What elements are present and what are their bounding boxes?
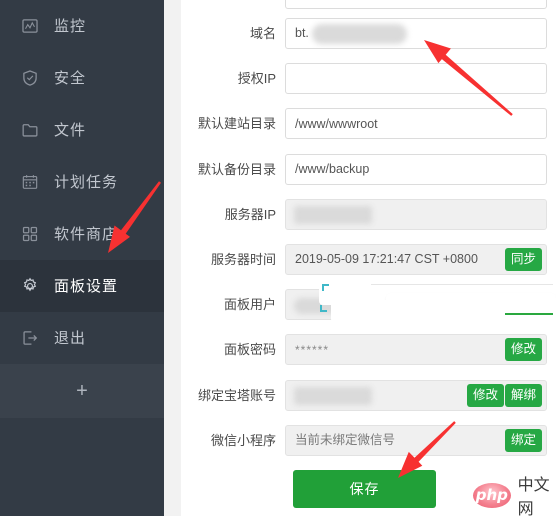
sidebar-item-label: 面板设置 (54, 277, 119, 295)
form-row-bt-account: 绑定宝塔账号 解绑 修改 (181, 379, 556, 411)
form-input-server-time[interactable]: 2019-05-09 17:21:47 CST +0800 同步 (285, 244, 547, 275)
form-row-auth-ip: 授权IP (181, 63, 556, 95)
sync-button-label: 同步 (510, 252, 536, 266)
form-input-domain[interactable]: bt. (285, 18, 547, 49)
monitor-chart-icon (20, 16, 40, 36)
form-value-server-time: 2019-05-09 17:21:47 CST +0800 (295, 252, 478, 267)
form-row-panel-password: 面板密码 ****** 修改 (181, 334, 556, 366)
sidebar-item-logout[interactable]: 退出 (0, 312, 164, 364)
form-value-panel-password: ****** (295, 342, 330, 357)
modify-password-button[interactable]: 修改 (504, 338, 542, 362)
save-button[interactable]: 保存 (293, 470, 436, 508)
form-row-partial-top (181, 0, 556, 9)
php-watermark: php 中文网 (473, 471, 556, 516)
form-row-panel-user: 面板用户 (181, 289, 556, 321)
php-logo-text: php (475, 486, 508, 504)
plus-icon: + (76, 380, 88, 402)
form-label-wechat-miniprogram: 微信小程序 (210, 432, 276, 448)
form-label-domain: 域名 (249, 26, 276, 41)
form-value-default-site-dir: /www/wwwroot (295, 116, 378, 131)
form-label-auth-ip: 授权IP (237, 71, 276, 87)
modify-password-button-label: 修改 (510, 342, 536, 357)
sidebar-item-appstore[interactable]: 软件商店 (0, 208, 164, 260)
form-label-default-backup-dir: 默认备份目录 (197, 161, 276, 177)
sidebar-item-label: 软件商店 (54, 225, 119, 243)
form-value-domain: bt. (295, 26, 309, 41)
sidebar-item-files[interactable]: 文件 (0, 104, 164, 156)
redaction-blur (294, 386, 372, 405)
form-field-partial[interactable] (285, 0, 547, 9)
form-label-panel-user: 面板用户 (223, 297, 276, 313)
modify-account-button[interactable]: 修改 (466, 383, 504, 407)
form-label-server-time: 服务器时间 (210, 252, 276, 267)
form-value-default-backup-dir: /www/backup (295, 161, 370, 176)
settings-form: 域名 bt. 授权IP 默认建站目录/www/wwwroot 默认备份目录/www/ba… (181, 0, 556, 516)
sidebar-content-gap (164, 0, 181, 516)
form-input-bt-account[interactable]: 解绑 修改 (285, 379, 547, 411)
redaction-blur (294, 298, 340, 315)
gear-icon (20, 276, 40, 296)
unbind-account-button[interactable]: 解绑 (504, 383, 542, 407)
form-row-wechat-miniprogram: 微信小程序 当前未绑定微信号 绑定 (181, 424, 556, 456)
sidebar-item-label: 文件 (54, 121, 87, 139)
sync-button[interactable]: 同步 (504, 248, 542, 271)
sidebar-item-security[interactable]: 安全 (0, 52, 164, 104)
sidebar-add-button[interactable]: + (0, 364, 164, 418)
sidebar-item-label: 安全 (54, 69, 87, 87)
form-input-panel-user[interactable] (285, 289, 547, 321)
bind-wechat-button[interactable]: 绑定 (504, 428, 542, 452)
redaction-blur (312, 24, 407, 44)
calendar-icon (20, 172, 40, 192)
form-row-default-backup-dir: 默认备份目录/www/backup (181, 153, 556, 185)
form-row-server-time: 服务器时间 2019-05-09 17:21:47 CST +0800 同步 (181, 244, 556, 275)
form-value-wechat-miniprogram: 当前未绑定微信号 (295, 433, 396, 448)
sidebar-item-label: 退出 (54, 329, 87, 347)
sidebar: 监控安全文件计划任务软件商店面板设置退出 + (0, 0, 164, 516)
form-input-wechat-miniprogram[interactable]: 当前未绑定微信号 绑定 (285, 424, 547, 456)
save-button-label: 保存 (349, 481, 380, 497)
unbind-account-button-label: 解绑 (510, 387, 536, 402)
sidebar-item-panel-settings[interactable]: 面板设置 (0, 260, 164, 312)
form-label-bt-account: 绑定宝塔账号 (197, 387, 276, 403)
bind-wechat-button-label: 绑定 (510, 432, 536, 447)
form-label-default-site-dir: 默认建站目录 (197, 116, 276, 132)
form-label-panel-password: 面板密码 (223, 342, 276, 358)
form-input-server-ip[interactable] (285, 198, 547, 230)
form-input-default-backup-dir[interactable]: /www/backup (285, 153, 547, 185)
sidebar-item-label: 计划任务 (54, 173, 119, 191)
form-label-server-ip: 服务器IP (224, 206, 276, 222)
sidebar-item-cron[interactable]: 计划任务 (0, 156, 164, 208)
form-input-panel-password[interactable]: ****** 修改 (285, 334, 547, 366)
sidebar-item-monitor[interactable]: 监控 (0, 0, 164, 52)
form-input-default-site-dir[interactable]: /www/wwwroot (285, 108, 547, 140)
modify-account-button-label: 修改 (472, 387, 498, 402)
php-logo-icon: php (473, 482, 511, 508)
form-row-default-site-dir: 默认建站目录/www/wwwroot (181, 108, 556, 140)
panel-settings-screen: 监控安全文件计划任务软件商店面板设置退出 + 域名 bt. 授权IP 默认建站目录/w… (0, 0, 556, 516)
form-row-server-ip: 服务器IP (181, 198, 556, 230)
logout-icon (20, 328, 40, 348)
grid-apps-icon (20, 224, 40, 244)
sidebar-item-label: 监控 (54, 17, 87, 35)
overlay-line (371, 284, 553, 285)
form-input-auth-ip[interactable] (285, 63, 547, 95)
shield-check-icon (20, 68, 40, 88)
folder-icon (20, 120, 40, 140)
redaction-blur (294, 205, 372, 224)
form-row-domain: 域名 bt. (181, 18, 556, 49)
watermark-text: 中文网 (517, 475, 550, 516)
